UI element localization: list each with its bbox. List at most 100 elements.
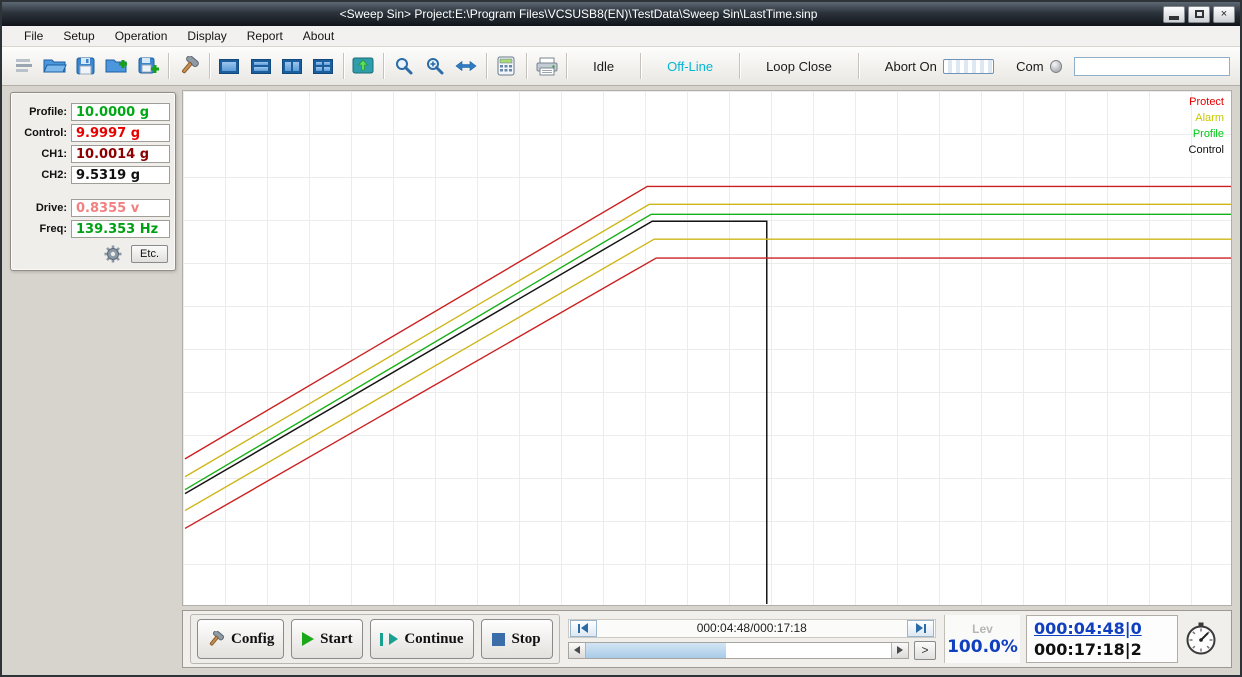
freq-label: Freq: — [15, 223, 67, 235]
chart-plot — [183, 91, 1231, 605]
com-status-led — [1050, 60, 1062, 73]
level-label: Lev — [972, 622, 993, 636]
menu-report[interactable]: Report — [237, 27, 293, 45]
scroll-right-arrow-icon — [897, 646, 903, 654]
toolbar-autoscale-button[interactable] — [348, 51, 379, 81]
config-hammer-icon — [207, 631, 225, 648]
toolbar-layout-single-button[interactable] — [214, 51, 245, 81]
gear-icon — [103, 244, 123, 264]
sweep-scroll-row: > — [568, 641, 936, 660]
calculator-icon — [497, 56, 515, 76]
profile-label: Profile: — [15, 106, 67, 118]
reading-row-ch2: CH2: 9.5319 g — [15, 166, 170, 184]
reading-row-control: Control: 9.9997 g — [15, 124, 170, 142]
toolbar-tools-button[interactable] — [173, 51, 204, 81]
toolbar-separator — [343, 53, 344, 79]
toolbar-save-as-button[interactable] — [133, 51, 164, 81]
tools-hammer-icon — [178, 56, 200, 76]
scrollbar-fill[interactable] — [586, 643, 727, 658]
toolbar-layout-columns-button[interactable] — [276, 51, 307, 81]
transport-buttons: Config Start Continue Stop — [190, 614, 560, 664]
ch1-label: CH1: — [15, 148, 67, 160]
title-bar: <Sweep Sin> Project:E:\Program Files\VCS… — [2, 2, 1240, 26]
com-message-field[interactable] — [1074, 57, 1230, 76]
chart-area[interactable]: Protect Alarm Profile Control — [182, 90, 1232, 606]
start-button[interactable]: Start — [291, 619, 363, 659]
menu-setup[interactable]: Setup — [53, 27, 104, 45]
start-play-icon — [302, 632, 314, 646]
control-label: Control: — [15, 127, 67, 139]
etc-button[interactable]: Etc. — [131, 245, 168, 263]
config-button[interactable]: Config — [197, 619, 284, 659]
menu-display[interactable]: Display — [177, 27, 236, 45]
save-as-icon — [138, 57, 160, 75]
scrollbar-track[interactable] — [586, 643, 891, 658]
panel-actions-row: Etc. — [15, 244, 170, 264]
minimize-icon — [1169, 16, 1179, 20]
skip-start-icon — [578, 624, 580, 633]
toolbar-notes-button[interactable] — [8, 51, 39, 81]
loop-mode-label: Loop Close — [744, 59, 854, 74]
continue-button[interactable]: Continue — [370, 619, 473, 659]
expand-button[interactable]: > — [914, 641, 936, 660]
ch2-value: 9.5319 g — [71, 166, 170, 184]
skip-to-start-button[interactable] — [570, 620, 597, 637]
toolbar-calculator-button[interactable] — [491, 51, 522, 81]
maximize-button[interactable] — [1188, 6, 1210, 23]
reading-row-freq: Freq: 139.353 Hz — [15, 220, 170, 238]
toolbar-separator — [739, 53, 740, 79]
toolbar: Idle Off-Line Loop Close Abort On Com — [2, 47, 1240, 86]
sweep-progress-group: 000:04:48/000:17:18 > — [568, 619, 936, 660]
menu-file[interactable]: File — [14, 27, 53, 45]
scroll-right-button[interactable] — [891, 643, 908, 658]
panel-gap — [15, 187, 170, 196]
toolbar-separator — [383, 53, 384, 79]
chart-legend: Protect Alarm Profile Control — [1189, 94, 1224, 158]
continue-play-icon — [389, 633, 398, 645]
toolbar-add-project-button[interactable] — [102, 51, 133, 81]
freq-value: 139.353 Hz — [71, 220, 170, 238]
minimize-button[interactable] — [1163, 6, 1185, 23]
zoom-select-icon — [424, 56, 446, 76]
open-folder-icon — [43, 57, 67, 75]
toolbar-zoom-in-button[interactable] — [388, 51, 419, 81]
layout-single-icon — [219, 59, 239, 74]
close-button[interactable]: × — [1213, 6, 1235, 23]
stop-button[interactable]: Stop — [481, 619, 553, 659]
profile-value: 10.0000 g — [71, 103, 170, 121]
total-time: 000:17:18|2 — [1034, 640, 1170, 659]
add-project-icon — [105, 57, 129, 75]
toolbar-pan-button[interactable] — [450, 51, 481, 81]
toolbar-save-button[interactable] — [71, 51, 102, 81]
notes-icon — [14, 57, 34, 75]
stop-button-label: Stop — [511, 631, 540, 648]
clock-icon — [1183, 621, 1219, 657]
app-window: <Sweep Sin> Project:E:\Program Files\VCS… — [0, 0, 1242, 677]
timer-dial-button[interactable] — [1178, 615, 1224, 663]
sweep-scrollbar[interactable] — [568, 642, 909, 659]
scroll-left-button[interactable] — [569, 643, 586, 658]
reading-row-profile: Profile: 10.0000 g — [15, 103, 170, 121]
toolbar-open-button[interactable] — [39, 51, 70, 81]
bottom-control-bar: Config Start Continue Stop — [182, 610, 1232, 668]
reading-row-ch1: CH1: 10.0014 g — [15, 145, 170, 163]
toolbar-print-button[interactable] — [531, 51, 562, 81]
maximize-icon — [1195, 10, 1204, 18]
toolbar-zoom-select-button[interactable] — [419, 51, 450, 81]
settings-gear-button[interactable] — [103, 244, 123, 264]
legend-item-control: Control — [1189, 142, 1224, 158]
menu-about[interactable]: About — [293, 27, 344, 45]
main-area: Profile: 10.0000 g Control: 9.9997 g CH1… — [2, 86, 1240, 675]
right-column: Protect Alarm Profile Control Config Sta… — [182, 86, 1240, 675]
layout-rows-icon — [251, 59, 271, 74]
toolbar-layout-rows-button[interactable] — [245, 51, 276, 81]
skip-to-end-button[interactable] — [907, 620, 934, 637]
skip-end-icon — [924, 624, 926, 633]
close-icon: × — [1221, 9, 1227, 20]
toolbar-layout-quad-button[interactable] — [307, 51, 338, 81]
toolbar-separator — [209, 53, 210, 79]
test-state-label: Idle — [571, 59, 636, 74]
menu-operation[interactable]: Operation — [105, 27, 178, 45]
layout-columns-icon — [282, 59, 302, 74]
legend-item-alarm: Alarm — [1189, 110, 1224, 126]
